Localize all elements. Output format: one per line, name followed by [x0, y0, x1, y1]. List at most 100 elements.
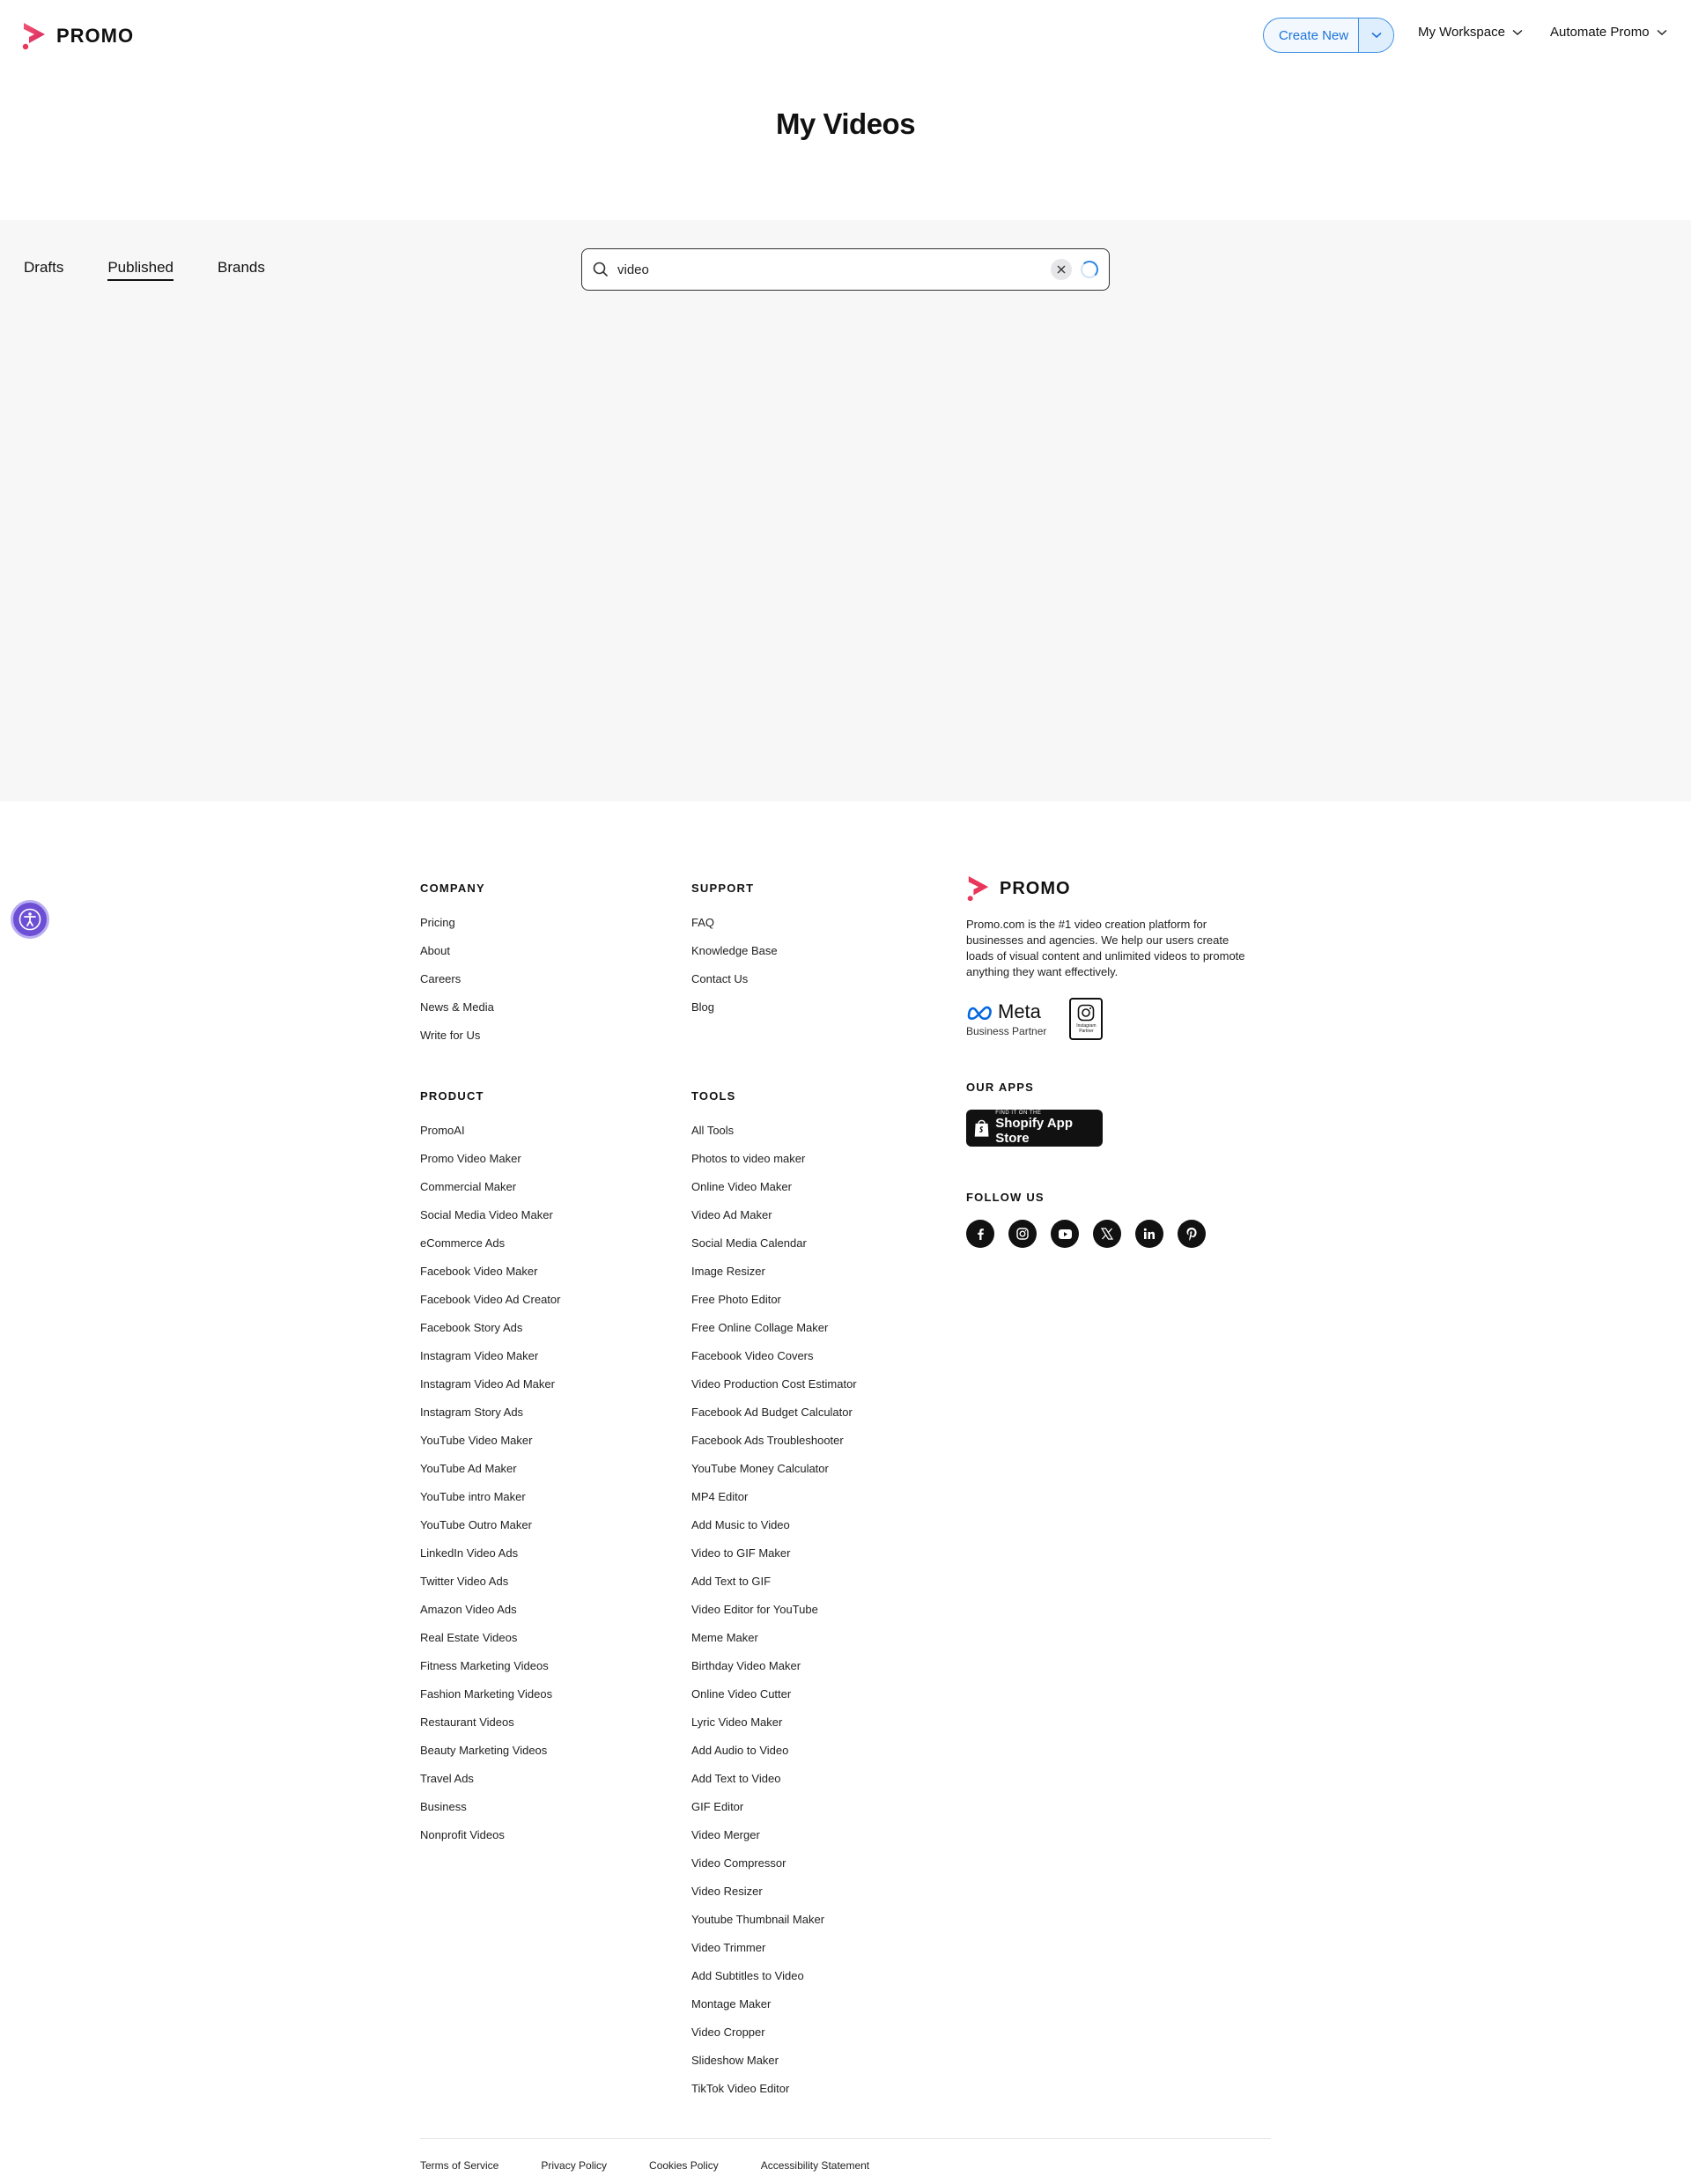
product-link[interactable]: Real Estate Videos	[420, 1631, 560, 1659]
tools-link[interactable]: Lyric Video Maker	[691, 1715, 857, 1744]
tools-link[interactable]: GIF Editor	[691, 1800, 857, 1828]
tools-link[interactable]: YouTube Money Calculator	[691, 1462, 857, 1490]
tools-link[interactable]: Montage Maker	[691, 1997, 857, 2025]
facebook-link[interactable]	[966, 1220, 994, 1248]
tools-link[interactable]: Add Text to GIF	[691, 1575, 857, 1603]
tab-brands[interactable]: Brands	[218, 259, 265, 281]
company-link[interactable]: Careers	[420, 972, 494, 1000]
product-link[interactable]: Commercial Maker	[420, 1180, 560, 1208]
product-link[interactable]: YouTube Ad Maker	[420, 1462, 560, 1490]
product-list: PromoAI Promo Video Maker Commercial Maker…	[420, 1124, 560, 1856]
tools-link[interactable]: MP4 Editor	[691, 1490, 857, 1518]
privacy-policy-link[interactable]: Privacy Policy	[541, 2159, 607, 2172]
product-link[interactable]: Twitter Video Ads	[420, 1575, 560, 1603]
company-link[interactable]: About	[420, 944, 494, 972]
create-new-dropdown-toggle[interactable]	[1358, 18, 1393, 52]
pinterest-link[interactable]	[1178, 1220, 1206, 1248]
product-link[interactable]: YouTube Outro Maker	[420, 1518, 560, 1546]
tools-link[interactable]: Add Audio to Video	[691, 1744, 857, 1772]
accessibility-statement-link[interactable]: Accessibility Statement	[761, 2159, 869, 2172]
search-input[interactable]	[609, 262, 1051, 277]
tools-link[interactable]: Add Subtitles to Video	[691, 1969, 857, 1997]
product-link[interactable]: Instagram Video Ad Maker	[420, 1377, 560, 1406]
product-link[interactable]: Fitness Marketing Videos	[420, 1659, 560, 1687]
create-new-button[interactable]: Create New	[1263, 18, 1394, 53]
support-link[interactable]: Blog	[691, 1000, 778, 1029]
support-link[interactable]: Knowledge Base	[691, 944, 778, 972]
product-link[interactable]: Instagram Video Maker	[420, 1349, 560, 1377]
tools-link[interactable]: Meme Maker	[691, 1631, 857, 1659]
tools-link[interactable]: TikTok Video Editor	[691, 2082, 857, 2110]
tools-link[interactable]: Free Online Collage Maker	[691, 1321, 857, 1349]
tools-link[interactable]: Image Resizer	[691, 1265, 857, 1293]
company-link[interactable]: News & Media	[420, 1000, 494, 1029]
product-link[interactable]: Beauty Marketing Videos	[420, 1744, 560, 1772]
product-link[interactable]: Social Media Video Maker	[420, 1208, 560, 1236]
instagram-link[interactable]	[1008, 1220, 1037, 1248]
tools-link[interactable]: Birthday Video Maker	[691, 1659, 857, 1687]
product-link[interactable]: Business	[420, 1800, 560, 1828]
x-link[interactable]	[1093, 1220, 1121, 1248]
product-link[interactable]: Nonprofit Videos	[420, 1828, 560, 1856]
tab-published[interactable]: Published	[107, 259, 174, 281]
terms-of-service-link[interactable]: Terms of Service	[420, 2159, 498, 2172]
tools-link[interactable]: Add Text to Video	[691, 1772, 857, 1800]
product-link[interactable]: Facebook Video Maker	[420, 1265, 560, 1293]
support-link[interactable]: Contact Us	[691, 972, 778, 1000]
product-link[interactable]: YouTube Video Maker	[420, 1434, 560, 1462]
tools-link[interactable]: Video Ad Maker	[691, 1208, 857, 1236]
product-link[interactable]: eCommerce Ads	[420, 1236, 560, 1265]
instagram-icon	[1078, 1004, 1095, 1022]
tools-link[interactable]: Video Merger	[691, 1828, 857, 1856]
tools-link[interactable]: Video Compressor	[691, 1856, 857, 1885]
accessibility-button[interactable]	[11, 900, 49, 939]
tools-link[interactable]: Facebook Video Covers	[691, 1349, 857, 1377]
product-link[interactable]: PromoAI	[420, 1124, 560, 1152]
my-workspace-menu[interactable]: My Workspace	[1418, 25, 1523, 40]
tab-drafts[interactable]: Drafts	[24, 259, 63, 281]
product-link[interactable]: Facebook Video Ad Creator	[420, 1293, 560, 1321]
tools-link[interactable]: Video Resizer	[691, 1885, 857, 1913]
footer-promo-logo[interactable]: PROMO	[966, 874, 1266, 903]
linkedin-link[interactable]	[1135, 1220, 1163, 1248]
tools-link[interactable]: Add Music to Video	[691, 1518, 857, 1546]
tools-link[interactable]: Social Media Calendar	[691, 1236, 857, 1265]
tools-link[interactable]: All Tools	[691, 1124, 857, 1152]
product-link[interactable]: LinkedIn Video Ads	[420, 1546, 560, 1575]
youtube-icon	[1058, 1228, 1072, 1239]
meta-name: Meta	[998, 1000, 1041, 1022]
videos-content-area: Drafts Published Brands	[0, 220, 1691, 801]
tools-link[interactable]: Video Trimmer	[691, 1941, 857, 1969]
product-link[interactable]: Amazon Video Ads	[420, 1603, 560, 1631]
company-link[interactable]: Pricing	[420, 916, 494, 944]
cookies-policy-link[interactable]: Cookies Policy	[649, 2159, 719, 2172]
tools-link[interactable]: Facebook Ad Budget Calculator	[691, 1406, 857, 1434]
product-link[interactable]: YouTube intro Maker	[420, 1490, 560, 1518]
tools-link[interactable]: Video Cropper	[691, 2025, 857, 2054]
youtube-link[interactable]	[1051, 1220, 1079, 1248]
tools-link[interactable]: Online Video Maker	[691, 1180, 857, 1208]
clear-search-button[interactable]	[1051, 259, 1072, 280]
tools-link[interactable]: Slideshow Maker	[691, 2054, 857, 2082]
shopify-app-store-badge[interactable]: FIND IT ON THE Shopify App Store	[966, 1110, 1103, 1147]
tools-link[interactable]: Photos to video maker	[691, 1152, 857, 1180]
footer-brand: PROMO Promo.com is the #1 video creation…	[966, 874, 1266, 1248]
tools-link[interactable]: Online Video Cutter	[691, 1687, 857, 1715]
tools-link[interactable]: Youtube Thumbnail Maker	[691, 1913, 857, 1941]
product-link[interactable]: Promo Video Maker	[420, 1152, 560, 1180]
support-link[interactable]: FAQ	[691, 916, 778, 944]
tools-link[interactable]: Video Production Cost Estimator	[691, 1377, 857, 1406]
product-link[interactable]: Restaurant Videos	[420, 1715, 560, 1744]
company-link[interactable]: Write for Us	[420, 1029, 494, 1057]
product-link[interactable]: Fashion Marketing Videos	[420, 1687, 560, 1715]
product-link[interactable]: Instagram Story Ads	[420, 1406, 560, 1434]
tools-link[interactable]: Free Photo Editor	[691, 1293, 857, 1321]
tools-link[interactable]: Facebook Ads Troubleshooter	[691, 1434, 857, 1462]
product-link[interactable]: Travel Ads	[420, 1772, 560, 1800]
automate-promo-menu[interactable]: Automate Promo	[1550, 25, 1667, 40]
product-link[interactable]: Facebook Story Ads	[420, 1321, 560, 1349]
tools-link[interactable]: Video Editor for YouTube	[691, 1603, 857, 1631]
promo-logo[interactable]: PROMO	[21, 21, 134, 51]
tools-link[interactable]: Video to GIF Maker	[691, 1546, 857, 1575]
my-workspace-label: My Workspace	[1418, 25, 1505, 40]
